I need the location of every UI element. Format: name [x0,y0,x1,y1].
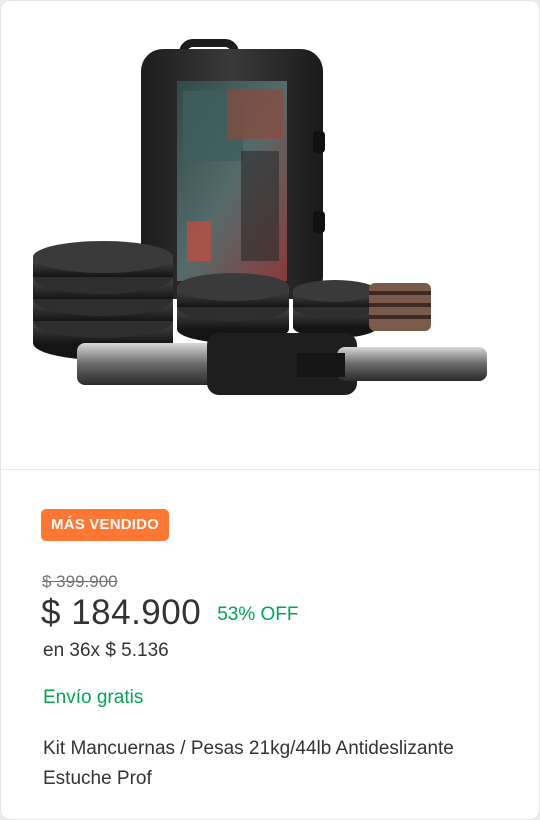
product-card[interactable]: MÁS VENDIDO $ 399.900 $ 184.900 53% OFF … [0,0,540,820]
current-price: $ 184.900 [41,593,202,632]
free-shipping-label: Envío gratis [43,687,144,708]
installments-text: en 36x $ 5.136 [43,640,169,661]
product-image[interactable] [1,1,540,470]
price-row: $ 184.900 53% OFF [41,593,299,633]
original-price: $ 399.900 [42,572,118,591]
dumbbell-kit-image [33,39,487,395]
discount-label: 53% OFF [217,604,299,625]
product-title[interactable]: Kit Mancuernas / Pesas 21kg/44lb Antides… [43,734,483,794]
best-seller-badge: MÁS VENDIDO [41,509,170,541]
